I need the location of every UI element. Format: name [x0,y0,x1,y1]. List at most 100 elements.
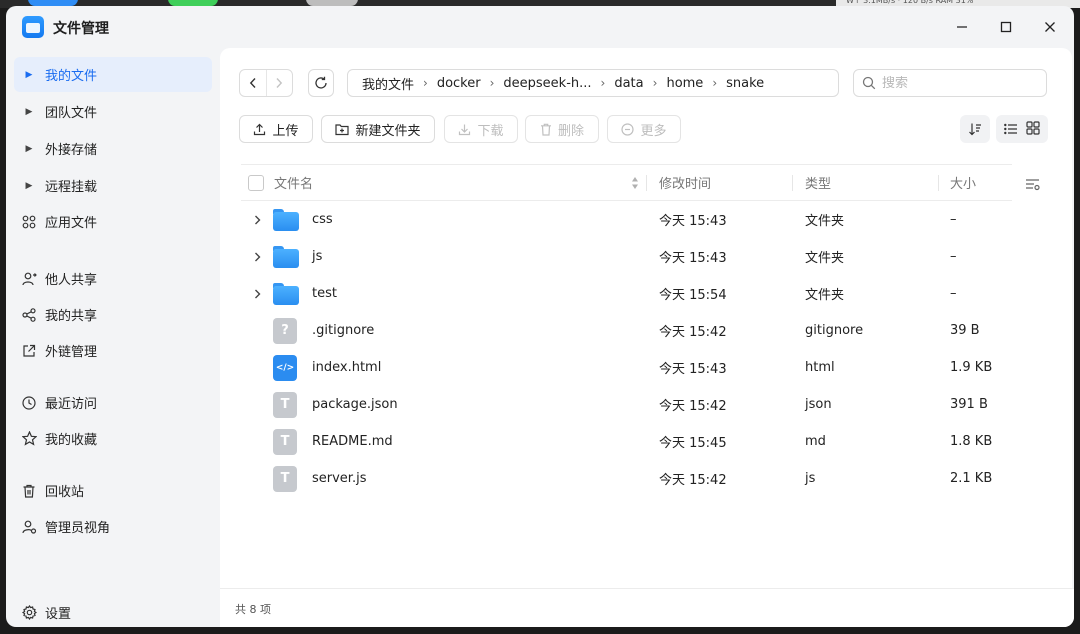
file-size: – [950,212,957,227]
sidebar-item-recycle-bin[interactable]: 回收站 [14,473,212,508]
column-size[interactable]: 大小 [950,165,976,200]
trash-icon [540,123,552,136]
expand-chevron-icon[interactable] [249,275,265,312]
column-type-label: 类型 [805,177,832,192]
breadcrumb-item[interactable]: snake [726,76,764,91]
sidebar-item-team-files[interactable]: ▶ 团队文件 [14,94,212,129]
upload-label: 上传 [272,123,299,139]
file-mtime: 今天 15:54 [659,288,727,303]
more-icon [621,122,635,136]
column-divider[interactable] [938,175,939,191]
forward-button[interactable] [265,70,293,96]
sidebar-item-label: 他人共享 [45,273,98,288]
view-toggle [996,115,1048,143]
upload-button[interactable]: 上传 [239,115,313,143]
external-link-icon [14,344,44,358]
column-name[interactable]: 文件名 [274,165,313,200]
sidebar-item-label: 管理员视角 [45,521,111,536]
sidebar-item-label: 回收站 [45,485,85,500]
sidebar-item-admin-view[interactable]: 管理员视角 [14,509,212,544]
sidebar-item-settings[interactable]: 设置 [14,595,212,627]
breadcrumb-item[interactable]: home [666,76,703,91]
file-manager-window: 文件管理 ▶ 我的文件 ▶ 团队文件 ▶ 外接存储 ▶ 远程挂载 应用文件 他人… [6,6,1074,627]
column-mtime-label: 修改时间 [659,177,712,192]
download-button[interactable]: 下载 [444,115,518,143]
user-share-icon [14,272,44,286]
download-icon [458,123,471,136]
maximize-button[interactable] [992,14,1020,40]
sidebar-item-favorites[interactable]: 我的收藏 [14,421,212,456]
file-type: json [805,397,832,412]
main-panel: 我的文件 › docker › deepseek-h... › data › h… [220,48,1072,588]
column-size-label: 大小 [950,177,977,192]
sort-arrows-icon[interactable] [631,165,639,200]
file-name[interactable]: README.md [312,423,393,460]
sidebar-item-link-management[interactable]: 外链管理 [14,333,212,368]
file-type: js [805,471,816,486]
breadcrumb-item[interactable]: 我的文件 [362,74,414,93]
unknown-file-icon: ? [273,312,297,349]
share-icon [14,307,44,322]
column-mtime[interactable]: 修改时间 [659,165,711,200]
text-file-icon: T [273,386,297,423]
file-type: 文件夹 [805,251,845,266]
breadcrumb-item[interactable]: deepseek-h... [503,76,591,91]
file-name[interactable]: js [312,238,322,275]
minimize-button[interactable] [948,14,976,40]
sidebar-item-my-files[interactable]: ▶ 我的文件 [14,57,212,92]
file-size: 2.1 KB [950,471,993,486]
breadcrumb-item[interactable]: docker [437,76,481,91]
expand-chevron-icon[interactable] [249,201,265,238]
sidebar-item-recent[interactable]: 最近访问 [14,385,212,420]
table-row[interactable]: ? .gitignore 今天 15:42 gitignore 39 B [241,312,1012,349]
chevron-right-icon: › [600,76,606,90]
sort-button[interactable] [960,115,990,143]
file-name[interactable]: .gitignore [312,312,374,349]
caret-right-icon: ▶ [25,106,33,117]
file-mtime: 今天 15:42 [659,399,727,414]
sidebar-item-external-storage[interactable]: ▶ 外接存储 [14,131,212,166]
sidebar-item-label: 我的收藏 [45,433,98,448]
table-row[interactable]: T server.js 今天 15:42 js 2.1 KB [241,460,1012,497]
item-count: 共 8 项 [235,603,271,616]
table-row[interactable]: test 今天 15:54 文件夹 – [241,275,1012,312]
more-button[interactable]: 更多 [607,115,681,143]
table-row[interactable]: css 今天 15:43 文件夹 – [241,201,1012,238]
sidebar-item-app-files[interactable]: 应用文件 [14,204,212,239]
close-button[interactable] [1036,14,1064,40]
sidebar-item-shared-with-me[interactable]: 他人共享 [14,261,212,296]
back-button[interactable] [240,70,266,96]
column-divider[interactable] [646,175,647,191]
sidebar-item-my-shares[interactable]: 我的共享 [14,297,212,332]
file-name[interactable]: test [312,275,337,312]
column-type[interactable]: 类型 [805,165,831,200]
refresh-button[interactable] [308,69,334,97]
sidebar-item-label: 应用文件 [45,216,98,231]
search-box [853,69,1047,97]
breadcrumb-item[interactable]: data [614,76,643,91]
column-divider[interactable] [792,175,793,191]
clock-icon [14,395,44,410]
close-icon [1045,22,1055,32]
file-name[interactable]: server.js [312,460,366,497]
grid-view-icon[interactable] [1026,120,1040,139]
sidebar-item-remote-mount[interactable]: ▶ 远程挂载 [14,168,212,203]
expand-chevron-icon[interactable] [249,238,265,275]
sidebar-item-label: 最近访问 [45,397,98,412]
new-folder-button[interactable]: 新建文件夹 [321,115,435,143]
file-name[interactable]: css [312,201,333,238]
table-row[interactable]: T package.json 今天 15:42 json 391 B [241,386,1012,423]
table-row[interactable]: js 今天 15:43 文件夹 – [241,238,1012,275]
table-row[interactable]: </> index.html 今天 15:43 html 1.9 KB [241,349,1012,386]
file-name[interactable]: index.html [312,349,381,386]
app-title: 文件管理 [53,21,109,37]
list-view-icon[interactable] [1004,120,1018,139]
table-row[interactable]: T README.md 今天 15:45 md 1.8 KB [241,423,1012,460]
delete-button[interactable]: 删除 [525,115,599,143]
search-input[interactable] [882,75,1032,91]
column-settings-button[interactable] [1025,176,1040,195]
select-all-checkbox[interactable] [248,174,264,191]
gear-icon [14,605,44,620]
new-folder-label: 新建文件夹 [355,123,421,139]
file-name[interactable]: package.json [312,386,398,423]
